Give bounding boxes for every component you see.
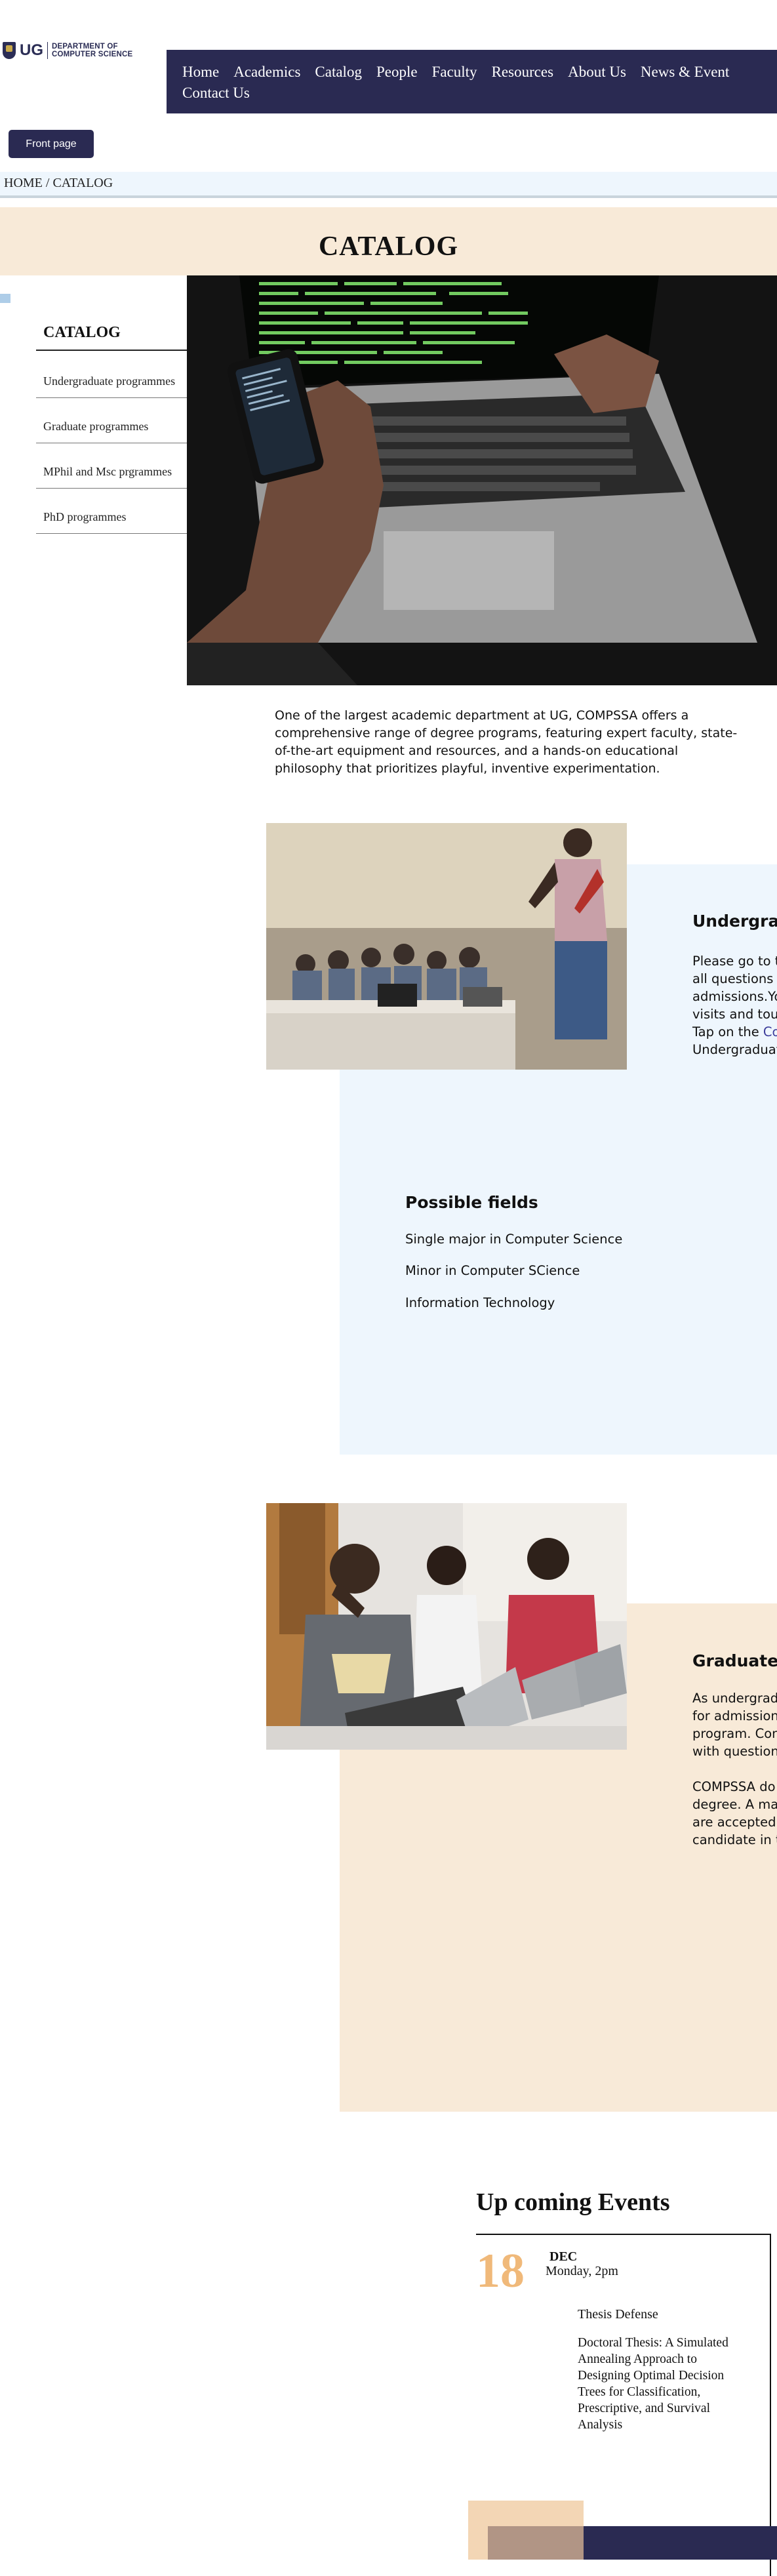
sidebar-divider xyxy=(36,397,188,398)
graduate-line: for admission xyxy=(692,1708,777,1723)
undergraduate-line: Please go to th xyxy=(692,954,777,969)
possible-fields-title: Possible fields xyxy=(405,1193,538,1212)
tap-prefix: Tap on the xyxy=(692,1024,763,1039)
nav-people[interactable]: People xyxy=(376,63,418,81)
logo-line-1: DEPARTMENT OF xyxy=(52,43,118,50)
students-illustration xyxy=(266,1503,627,1750)
undergraduate-line: Undergraduate xyxy=(692,1042,777,1057)
field-item: Information Technology xyxy=(405,1295,555,1310)
decorative-strip xyxy=(0,294,10,303)
undergraduate-text: Please go to th all questions r admissio… xyxy=(692,952,777,1058)
event-type: Thesis Defense xyxy=(578,2307,658,2322)
nav-news-event[interactable]: News & Event xyxy=(641,63,729,81)
sidebar-item-undergraduate[interactable]: Undergraduate programmes xyxy=(43,374,175,388)
nav-academics[interactable]: Academics xyxy=(233,63,300,81)
sidebar-divider xyxy=(36,488,188,489)
sidebar-item-mphil-msc[interactable]: MPhil and Msc prgrammes xyxy=(43,465,172,479)
graduate-line: COMPSSA do xyxy=(692,1779,776,1794)
sidebar-item-phd[interactable]: PhD programmes xyxy=(43,510,126,524)
nav-home[interactable]: Home xyxy=(182,63,219,81)
field-item: Minor in Computer SCience xyxy=(405,1263,580,1278)
hero-illustration xyxy=(187,275,777,685)
students-photo xyxy=(266,1503,627,1750)
sidebar-heading-rule xyxy=(36,350,188,351)
nav-faculty[interactable]: Faculty xyxy=(432,63,477,81)
graduate-line: degree. A mas xyxy=(692,1797,777,1812)
undergraduate-title: Undergrad xyxy=(692,912,777,931)
classroom-illustration xyxy=(266,823,627,1070)
logo-divider xyxy=(47,42,48,59)
intro-paragraph: One of the largest academic department a… xyxy=(275,708,738,776)
undergraduate-link[interactable]: Co xyxy=(763,1024,777,1039)
graduate-line: As undergradu xyxy=(692,1691,777,1706)
main-navigation: Home Academics Catalog People Faculty Re… xyxy=(167,50,777,113)
graduate-text: As undergradu for admission program. Con… xyxy=(692,1689,777,1849)
hero-image-laptop-coding xyxy=(187,275,777,685)
department-logo[interactable]: UG DEPARTMENT OF COMPUTER SCIENCE xyxy=(3,41,150,60)
graduate-line: candidate in th xyxy=(692,1832,777,1847)
nav-contact-us[interactable]: Contact Us xyxy=(182,84,250,102)
graduate-line: are accepted a xyxy=(692,1815,777,1830)
undergraduate-line: admissions.Yo xyxy=(692,989,777,1004)
ug-crest-icon xyxy=(3,42,16,59)
breadcrumb-bar xyxy=(0,172,777,198)
undergraduate-line: all questions r xyxy=(692,971,777,986)
logo-ug-text: UG xyxy=(20,41,43,59)
event-day: 18 xyxy=(476,2244,525,2298)
sidebar-divider xyxy=(36,533,188,534)
footer-decor-navy xyxy=(584,2526,777,2560)
upcoming-events-title: Up coming Events xyxy=(476,2188,670,2216)
page-title: CATALOG xyxy=(318,231,459,262)
graduate-line: program. Con xyxy=(692,1726,777,1741)
undergraduate-line: visits and tour xyxy=(692,1007,777,1022)
graduate-line-gap xyxy=(692,1760,777,1778)
event-month: DEC xyxy=(549,2249,578,2264)
graduate-line: with question xyxy=(692,1744,777,1759)
front-page-button[interactable]: Front page xyxy=(9,130,94,158)
footer-decor-brown xyxy=(488,2526,584,2560)
event-description: Doctoral Thesis: A Simulated Annealing A… xyxy=(578,2336,728,2432)
breadcrumb[interactable]: HOME / CATALOG xyxy=(4,176,113,191)
logo-line-2: COMPUTER SCIENCE xyxy=(52,50,133,58)
nav-catalog[interactable]: Catalog xyxy=(315,63,362,81)
logo-department-name: DEPARTMENT OF COMPUTER SCIENCE xyxy=(52,43,132,58)
nav-resources[interactable]: Resources xyxy=(492,63,554,81)
sidebar-item-graduate[interactable]: Graduate programmes xyxy=(43,420,148,433)
field-item: Single major in Computer Science xyxy=(405,1232,623,1247)
event-time: Monday, 2pm xyxy=(546,2264,618,2278)
classroom-photo xyxy=(266,823,627,1070)
sidebar-heading: CATALOG xyxy=(43,324,121,341)
undergraduate-tap-line: Tap on the Co xyxy=(692,1023,777,1041)
graduate-title: Graduate xyxy=(692,1651,777,1670)
nav-about-us[interactable]: About Us xyxy=(568,63,626,81)
